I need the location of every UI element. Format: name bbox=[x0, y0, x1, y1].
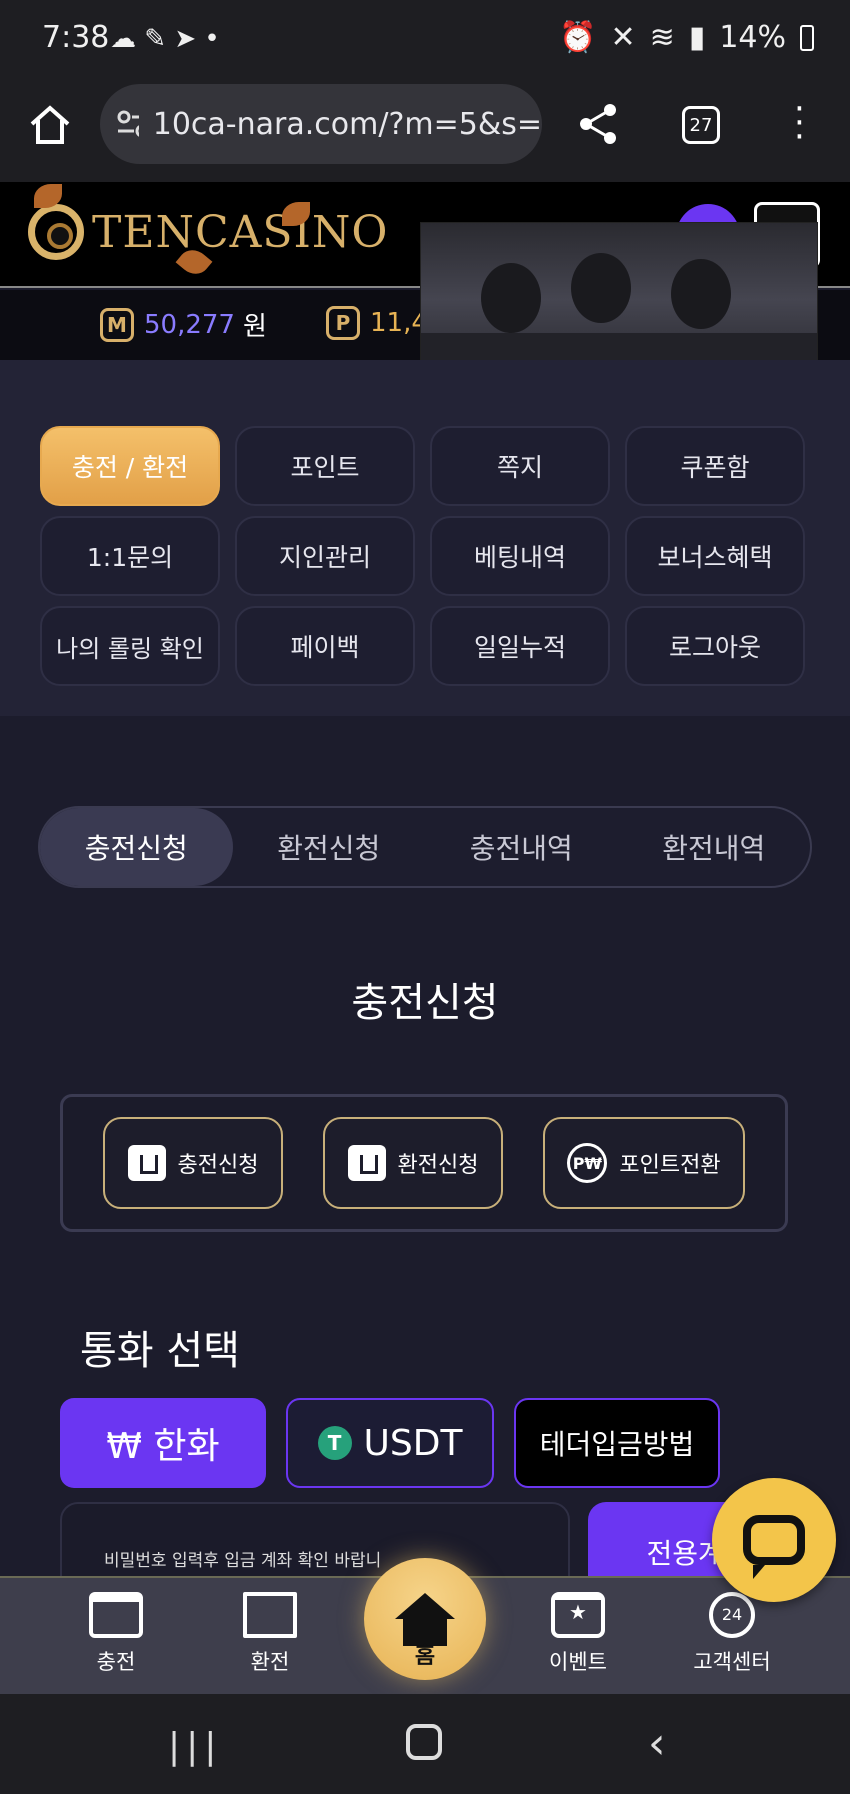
status-bar: 7:38 ☁ ✎ ➤ • ⏰ ✕ ≋ ▮ 14% bbox=[0, 0, 850, 80]
withdraw-request-button[interactable]: 환전신청 bbox=[323, 1117, 503, 1209]
tab-charge-request[interactable]: 충전신청 bbox=[40, 808, 233, 886]
currency-usdt-button[interactable]: T USDT bbox=[286, 1398, 494, 1488]
menu-referrals[interactable]: 지인관리 bbox=[235, 516, 415, 596]
home-icon bbox=[395, 1592, 455, 1619]
calendar-star-icon: ★ bbox=[551, 1592, 605, 1638]
money-unit: 원 bbox=[242, 312, 267, 342]
wifi-icon: ≋ bbox=[649, 20, 675, 55]
menu-coupons[interactable]: 쿠폰함 bbox=[625, 426, 805, 506]
tab-withdraw-request[interactable]: 환전신청 bbox=[233, 808, 426, 886]
logo-text: TenCasino bbox=[92, 206, 389, 258]
withdraw-icon bbox=[347, 1145, 386, 1181]
nav-event[interactable]: ★ 이벤트 bbox=[518, 1592, 638, 1676]
system-home-icon[interactable] bbox=[406, 1724, 442, 1760]
currency-krw-button[interactable]: ₩ 한화 bbox=[60, 1398, 266, 1488]
url-text: 10ca-nara.com/?m=5&s= bbox=[152, 106, 542, 142]
status-right: ⏰ ✕ ≋ ▮ 14% bbox=[559, 20, 814, 55]
menu-messages[interactable]: 쪽지 bbox=[430, 426, 610, 506]
menu-inquiry[interactable]: 1:1문의 bbox=[40, 516, 220, 596]
menu-grid: 충전 / 환전 포인트 쪽지 쿠폰함 1:1문의 지인관리 베팅내역 보너스혜택… bbox=[40, 426, 810, 686]
nav-charge[interactable]: 충전 bbox=[56, 1592, 176, 1676]
money-icon: M bbox=[100, 307, 134, 342]
logo-ring-icon bbox=[28, 204, 84, 260]
tether-guide-button[interactable]: 테더입금방법 bbox=[514, 1398, 720, 1488]
currency-title: 통화 선택 bbox=[80, 1328, 240, 1374]
menu-daily-total[interactable]: 일일누적 bbox=[430, 606, 610, 686]
player-silhouette bbox=[671, 259, 731, 329]
point-exchange-label: 포인트전환 bbox=[619, 1153, 721, 1178]
more-menu-icon[interactable]: · · · bbox=[794, 92, 805, 154]
point-balance: P 11,4 bbox=[326, 306, 428, 340]
deposit-icon bbox=[127, 1145, 166, 1181]
point-exchange-icon: P₩ bbox=[567, 1143, 608, 1183]
system-nav-bar: ||| ‹ bbox=[0, 1694, 850, 1794]
chat-button[interactable] bbox=[712, 1478, 836, 1602]
signal-icon: ▮ bbox=[688, 20, 706, 55]
card-icon bbox=[89, 1592, 143, 1638]
browser-toolbar: 10ca-nara.com/?m=5&s= 27 · · · bbox=[0, 80, 850, 182]
section-title: 충전신청 bbox=[351, 980, 499, 1026]
nav-support[interactable]: 24 고객센터 bbox=[672, 1592, 792, 1676]
back-icon[interactable]: ‹ bbox=[648, 1718, 666, 1769]
menu-logout[interactable]: 로그아웃 bbox=[625, 606, 805, 686]
nav-home-label: 홈 bbox=[414, 1644, 436, 1669]
nav-withdraw-label: 환전 bbox=[250, 1650, 290, 1674]
nav-support-label: 고객센터 bbox=[693, 1650, 771, 1674]
site-settings-icon[interactable] bbox=[116, 109, 139, 139]
share-icon[interactable] bbox=[576, 102, 620, 146]
usdt-label: USDT bbox=[363, 1422, 463, 1464]
alarm-icon: ⏰ bbox=[559, 20, 597, 55]
charge-tabs: 충전신청 환전신청 충전내역 환전내역 bbox=[38, 806, 812, 888]
nav-charge-label: 충전 bbox=[96, 1650, 136, 1674]
nav-withdraw[interactable]: 환전 bbox=[210, 1592, 330, 1676]
support-24-icon: 24 bbox=[709, 1592, 755, 1638]
menu-bet-history[interactable]: 베팅내역 bbox=[430, 516, 610, 596]
charge-request-label: 충전신청 bbox=[177, 1153, 259, 1178]
tab-charge-history[interactable]: 충전내역 bbox=[425, 808, 618, 886]
battery-icon bbox=[800, 24, 814, 51]
tabs-counter-button[interactable]: 27 bbox=[682, 106, 720, 144]
menu-bonus[interactable]: 보너스혜택 bbox=[625, 516, 805, 596]
menu-points[interactable]: 포인트 bbox=[235, 426, 415, 506]
action-box: 충전신청 환전신청 P₩ 포인트전환 bbox=[60, 1094, 788, 1232]
point-icon: P bbox=[326, 306, 360, 340]
point-exchange-button[interactable]: P₩ 포인트전환 bbox=[543, 1117, 745, 1209]
tether-icon: T bbox=[317, 1426, 352, 1460]
withdraw-request-label: 환전신청 bbox=[397, 1153, 479, 1178]
chat-icon bbox=[743, 1515, 805, 1579]
menu-rolling[interactable]: 나의 롤링 확인 bbox=[40, 606, 220, 686]
recent-apps-icon[interactable]: ||| bbox=[168, 1726, 222, 1767]
nav-event-label: 이벤트 bbox=[549, 1650, 607, 1674]
mute-icon: ✕ bbox=[610, 20, 636, 55]
menu-payback[interactable]: 페이백 bbox=[235, 606, 415, 686]
money-balance: M 50,277 원 bbox=[100, 306, 267, 343]
player-silhouette bbox=[481, 263, 541, 333]
money-value: 50,277 bbox=[144, 309, 235, 340]
status-time: 7:38 bbox=[42, 20, 110, 55]
player-silhouette bbox=[571, 253, 631, 323]
nav-home-button[interactable]: 홈 bbox=[364, 1558, 486, 1680]
menu-deposit-withdraw[interactable]: 충전 / 환전 bbox=[40, 426, 220, 506]
home-icon[interactable] bbox=[28, 102, 72, 146]
charge-request-button[interactable]: 충전신청 bbox=[103, 1117, 283, 1209]
url-field[interactable]: 10ca-nara.com/?m=5&s= bbox=[100, 84, 542, 164]
battery-percent: 14% bbox=[719, 20, 786, 55]
notification-icons: ☁ ✎ ➤ • bbox=[110, 24, 220, 54]
atm-icon bbox=[243, 1592, 297, 1638]
tab-withdraw-history[interactable]: 환전내역 bbox=[618, 808, 811, 886]
